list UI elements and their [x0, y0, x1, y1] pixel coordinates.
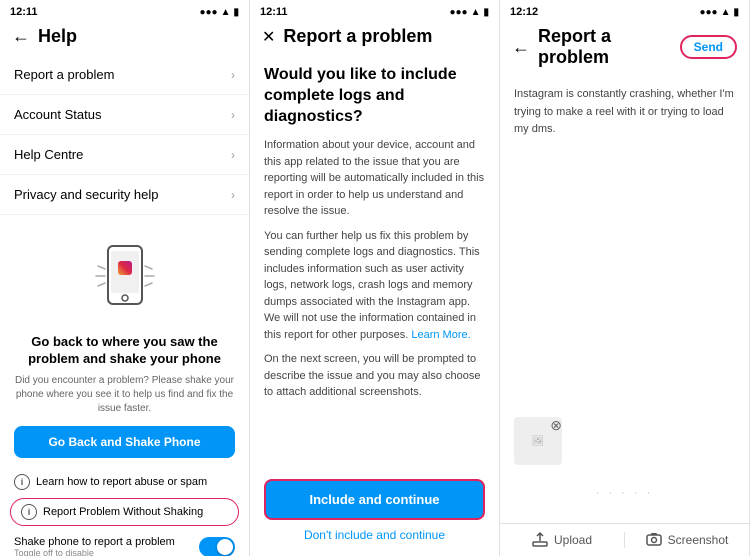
page-title-3: Report a problem — [538, 26, 672, 68]
status-icons-3: ●●● ▲ ▮ — [699, 7, 739, 18]
header-1: ← Help — [0, 20, 249, 55]
send-button[interactable]: Send — [680, 35, 737, 59]
learn-abuse-row[interactable]: i Learn how to report abuse or spam — [0, 468, 249, 496]
panel-1: 12:11 ●●● ▲ ▮ ← Help Report a problem › … — [0, 0, 250, 556]
header-2: ✕ Report a problem — [250, 20, 499, 55]
upload-icon — [532, 532, 548, 548]
toggle-switch[interactable] — [199, 537, 235, 556]
panel2-footer: Include and continue Don't include and c… — [250, 469, 499, 556]
panel2-body1: Information about your device, account a… — [264, 137, 485, 220]
status-icons-1: ●●● ▲ ▮ — [199, 7, 239, 18]
panel2-content: Would you like to include complete logs … — [250, 55, 499, 469]
chevron-icon: › — [231, 108, 235, 122]
go-back-section: Go back to where you saw the problem and… — [0, 334, 249, 468]
go-back-title: Go back to where you saw the problem and… — [14, 334, 235, 368]
status-bar-1: 12:11 ●●● ▲ ▮ — [0, 0, 249, 20]
toggle-knob — [217, 539, 233, 555]
chevron-icon: › — [231, 68, 235, 82]
wifi-icon: ▲ — [471, 7, 481, 18]
wifi-icon: ▲ — [721, 7, 731, 18]
header-right: Send — [680, 35, 737, 59]
dotted-area: · · · · · — [514, 473, 735, 513]
menu-list: Report a problem › Account Status › Help… — [0, 55, 249, 215]
status-time-3: 12:12 — [510, 6, 538, 18]
menu-item-help[interactable]: Help Centre › — [0, 135, 249, 175]
menu-item-label: Account Status — [14, 107, 101, 122]
back-arrow-icon[interactable]: ← — [12, 26, 30, 47]
signal-icon: ●●● — [449, 7, 467, 18]
go-back-subtitle: Did you encounter a problem? Please shak… — [14, 374, 235, 416]
screenshot-icon — [646, 532, 662, 548]
signal-icon: ●●● — [699, 7, 717, 18]
report-without-shaking-label: Report Problem Without Shaking — [43, 506, 203, 518]
upload-label: Upload — [554, 533, 592, 547]
battery-icon: ▮ — [733, 7, 739, 18]
panel2-title: Would you like to include complete logs … — [264, 65, 485, 127]
menu-item-account[interactable]: Account Status › — [0, 95, 249, 135]
status-icons-2: ●●● ▲ ▮ — [449, 7, 489, 18]
toggle-sub: Toggle off to disable — [14, 548, 175, 556]
close-icon[interactable]: ✕ — [262, 27, 275, 47]
go-back-shake-button[interactable]: Go Back and Shake Phone — [14, 426, 235, 458]
menu-item-label: Report a problem — [14, 67, 114, 82]
phone-icon — [90, 241, 160, 326]
info-icon: i — [14, 474, 30, 490]
attachment-thumbnail: 🖼 ⊗ — [514, 417, 564, 467]
status-bar-3: 12:12 ●●● ▲ ▮ — [500, 0, 749, 20]
bottom-bar: Upload Screenshot — [500, 523, 749, 556]
phone-illustration — [0, 227, 249, 334]
include-continue-button[interactable]: Include and continue — [264, 479, 485, 520]
toggle-row: Shake phone to report a problem Toggle o… — [0, 528, 249, 556]
panel2-body3: On the next screen, you will be prompted… — [264, 351, 485, 401]
attachment-area: 🖼 ⊗ · · · · · — [500, 407, 749, 523]
status-bar-2: 12:11 ●●● ▲ ▮ — [250, 0, 499, 20]
menu-item-report[interactable]: Report a problem › — [0, 55, 249, 95]
menu-item-label: Privacy and security help — [14, 187, 159, 202]
screenshot-button[interactable]: Screenshot — [625, 532, 749, 548]
panel-2: 12:11 ●●● ▲ ▮ ✕ Report a problem Would y… — [250, 0, 500, 556]
status-time-2: 12:11 — [260, 6, 288, 18]
header-3: ← Report a problem Send — [500, 20, 749, 76]
toggle-label: Shake phone to report a problem — [14, 536, 175, 548]
info-icon-2: i — [21, 504, 37, 520]
screenshot-label: Screenshot — [668, 533, 729, 547]
toggle-text: Shake phone to report a problem Toggle o… — [14, 536, 175, 556]
report-without-shaking-row[interactable]: i Report Problem Without Shaking — [10, 498, 239, 526]
signal-icon: ●●● — [199, 7, 217, 18]
remove-attachment-icon[interactable]: ⊗ — [550, 417, 562, 434]
panel3-body: Instagram is constantly crashing, whethe… — [514, 86, 735, 139]
dots: · · · · · — [596, 487, 654, 499]
menu-item-label: Help Centre — [14, 147, 83, 162]
back-arrow-icon-3[interactable]: ← — [512, 37, 530, 58]
wifi-icon: ▲ — [221, 7, 231, 18]
chevron-icon: › — [231, 148, 235, 162]
panel2-body2: You can further help us fix this problem… — [264, 228, 485, 344]
page-title-2: Report a problem — [283, 26, 432, 47]
upload-button[interactable]: Upload — [500, 532, 625, 548]
learn-more-link[interactable]: Learn More. — [411, 329, 470, 341]
status-time-1: 12:11 — [10, 6, 38, 18]
battery-icon: ▮ — [483, 7, 489, 18]
chevron-icon: › — [231, 188, 235, 202]
battery-icon: ▮ — [233, 7, 239, 18]
panel-3: 12:12 ●●● ▲ ▮ ← Report a problem Send In… — [500, 0, 750, 556]
learn-abuse-label: Learn how to report abuse or spam — [36, 476, 207, 488]
dont-include-link[interactable]: Don't include and continue — [264, 528, 485, 542]
menu-item-privacy[interactable]: Privacy and security help › — [0, 175, 249, 215]
page-title-1: Help — [38, 26, 77, 47]
panel3-content: Instagram is constantly crashing, whethe… — [500, 76, 749, 407]
